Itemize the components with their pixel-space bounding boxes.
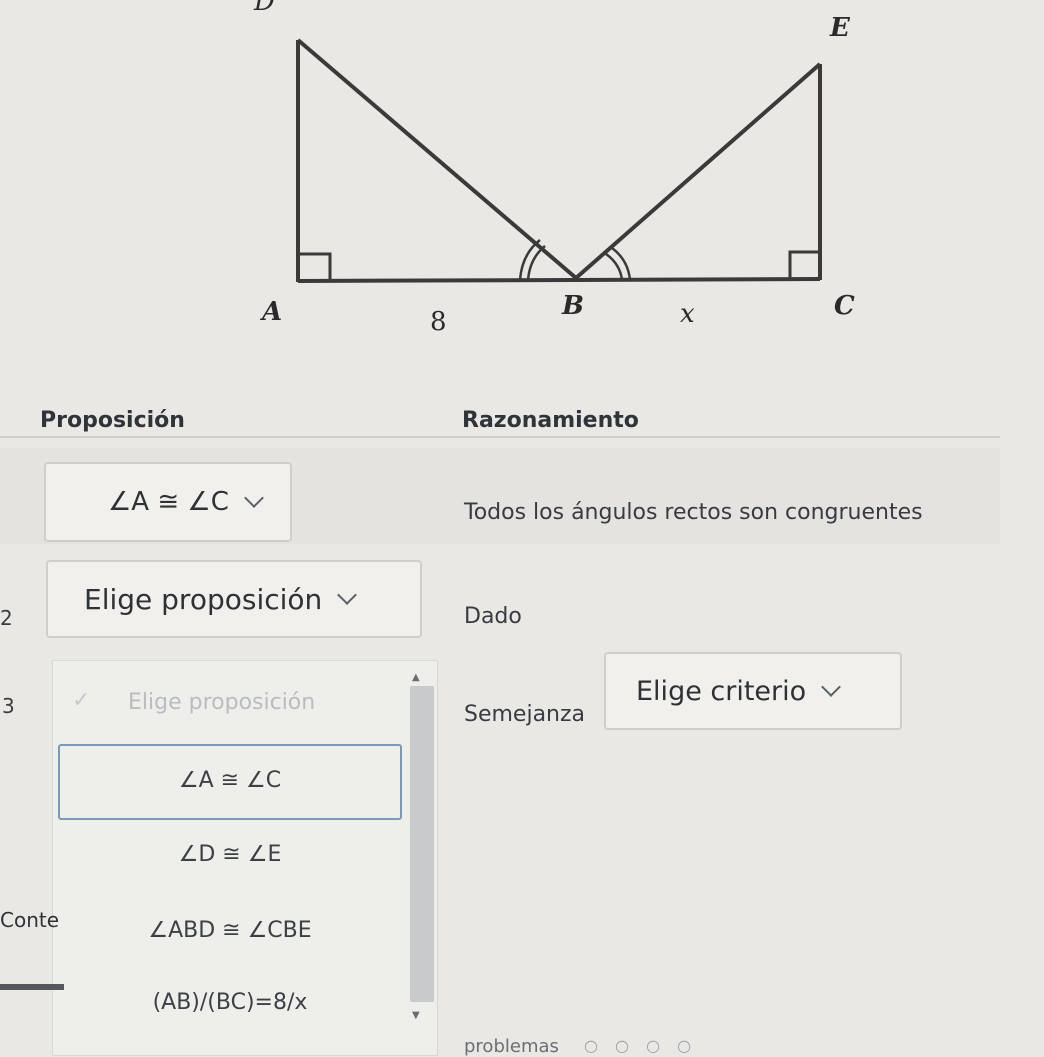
segment-ac <box>297 277 821 283</box>
chevron-down-icon <box>243 488 264 508</box>
proposition-select-2[interactable]: Elige proposición <box>46 560 422 638</box>
row-number-2: 2 <box>0 606 13 630</box>
triangle-diagram: D E A B C 8 x <box>253 0 855 337</box>
reasoning-3: Semejanza <box>464 702 586 727</box>
proposition-select-2-value: Elige proposición <box>84 582 323 616</box>
scroll-down-icon[interactable]: ▼ <box>412 1010 420 1021</box>
label-ab-length: 8 <box>430 307 447 337</box>
reasoning-1: Todos los ángulos rectos son congruentes <box>464 500 923 525</box>
side-bar <box>0 984 64 990</box>
header-divider <box>0 436 1000 438</box>
segment-db <box>296 38 578 280</box>
dropdown-scrollbar[interactable] <box>410 686 434 1002</box>
dropdown-option[interactable]: (AB)/(BC)=8/x <box>60 990 400 1015</box>
header-reasoning: Razonamiento <box>462 408 639 433</box>
label-c: C <box>834 291 855 321</box>
dropdown-option[interactable]: ∠A ≅ ∠C <box>60 768 400 793</box>
angle-arc-b-right-2 <box>605 252 624 281</box>
proposition-select-1-value: ∠A ≅ ∠C <box>108 487 229 517</box>
segment-be <box>574 62 822 280</box>
triangle-figure: D E A B C 8 x <box>0 0 1044 400</box>
side-label: Conte <box>0 908 60 932</box>
criterion-select-value: Elige criterio <box>636 675 807 707</box>
criterion-select[interactable]: Elige criterio <box>604 652 902 730</box>
scroll-up-icon[interactable]: ▲ <box>412 672 420 683</box>
label-e: E <box>829 13 851 43</box>
dropdown-option[interactable]: ∠D ≅ ∠E <box>60 842 400 867</box>
right-angle-a <box>300 252 332 280</box>
footer-problems-label[interactable]: problemas <box>464 1036 559 1057</box>
label-bc-length: x <box>680 299 695 329</box>
reasoning-2: Dado <box>464 604 522 629</box>
dropdown-placeholder[interactable]: Elige proposición <box>128 690 315 715</box>
label-d: D <box>253 0 275 17</box>
chevron-down-icon <box>821 677 842 697</box>
proposition-select-1[interactable]: ∠A ≅ ∠C <box>44 462 292 542</box>
dropdown-option[interactable]: ∠ABD ≅ ∠CBE <box>60 918 400 943</box>
header-proposition: Proposición <box>40 408 185 433</box>
right-angle-c <box>788 250 818 278</box>
progress-dots: ○ ○ ○ ○ <box>584 1036 698 1055</box>
check-icon: ✓ <box>72 688 91 713</box>
row-number-3: 3 <box>2 694 15 718</box>
label-b: B <box>561 291 584 321</box>
chevron-down-icon <box>337 585 358 605</box>
label-a: A <box>259 297 282 327</box>
